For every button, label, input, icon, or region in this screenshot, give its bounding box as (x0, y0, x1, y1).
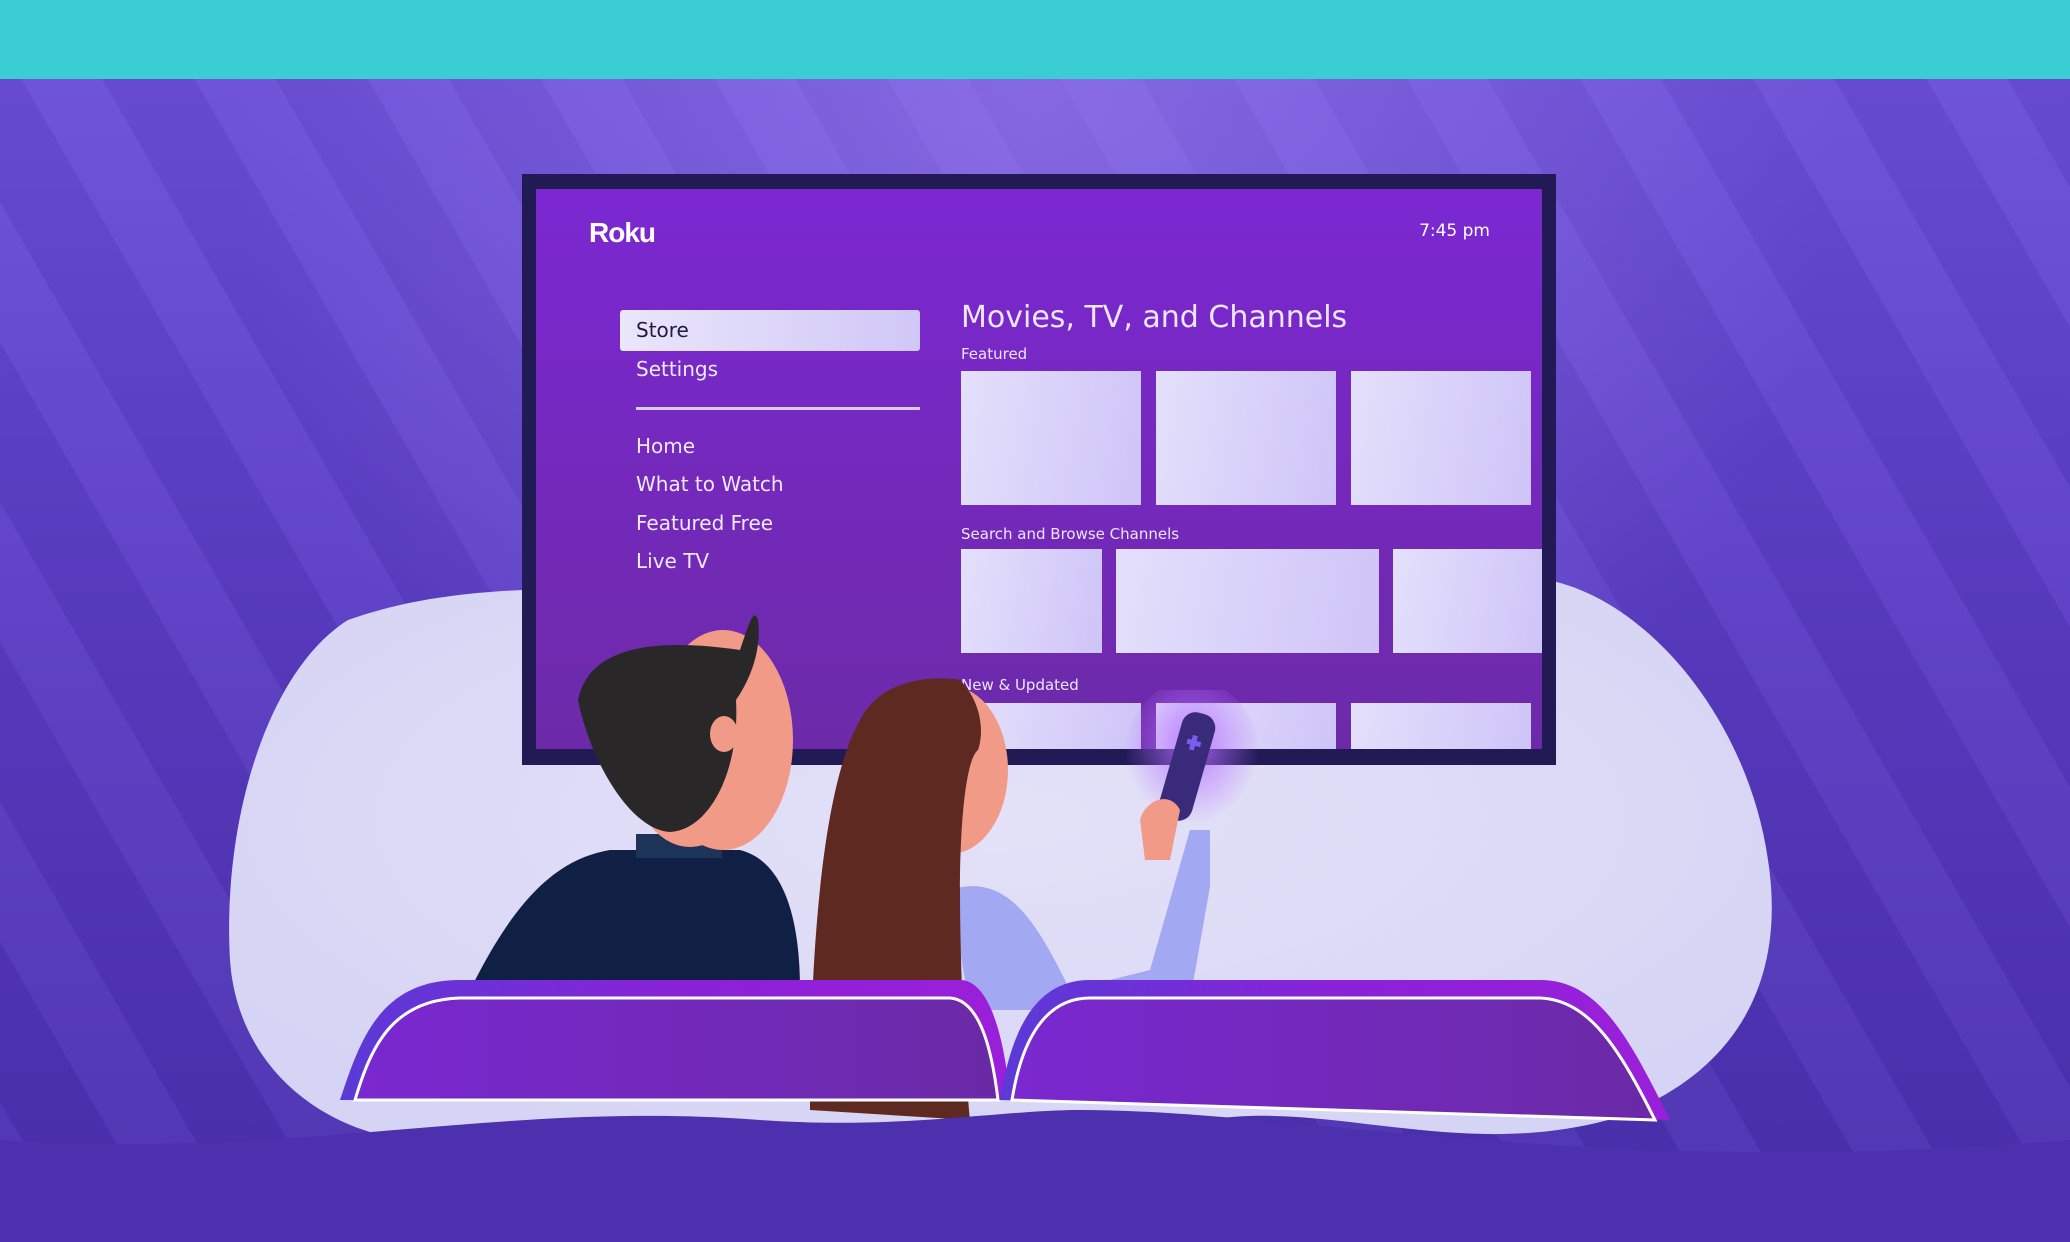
floor-wave (0, 1110, 2070, 1242)
menu-item-live-tv[interactable]: Live TV (636, 549, 709, 573)
top-banner (0, 0, 2070, 79)
featured-tile[interactable] (1156, 371, 1336, 505)
featured-tile[interactable] (1351, 371, 1531, 505)
menu-item-home[interactable]: Home (636, 434, 695, 458)
menu-item-featured-free[interactable]: Featured Free (636, 511, 773, 535)
channel-tile[interactable] (1393, 549, 1542, 653)
menu-item-label: Store (636, 318, 689, 342)
roku-logo: Roku (589, 217, 656, 248)
featured-tile[interactable] (961, 371, 1141, 505)
menu-item-settings[interactable]: Settings (636, 357, 718, 381)
channel-tile[interactable] (961, 549, 1102, 653)
menu-divider (636, 407, 920, 410)
section-label-search-browse: Search and Browse Channels (961, 525, 1180, 543)
menu-item-store[interactable]: Store (620, 310, 920, 351)
menu-item-what-to-watch[interactable]: What to Watch (636, 472, 784, 496)
page-title: Movies, TV, and Channels (961, 300, 1348, 335)
channel-tile[interactable] (1116, 549, 1379, 653)
clock: 7:45 pm (1419, 221, 1490, 241)
new-tile[interactable] (1351, 703, 1531, 749)
section-label-featured: Featured (961, 345, 1028, 363)
